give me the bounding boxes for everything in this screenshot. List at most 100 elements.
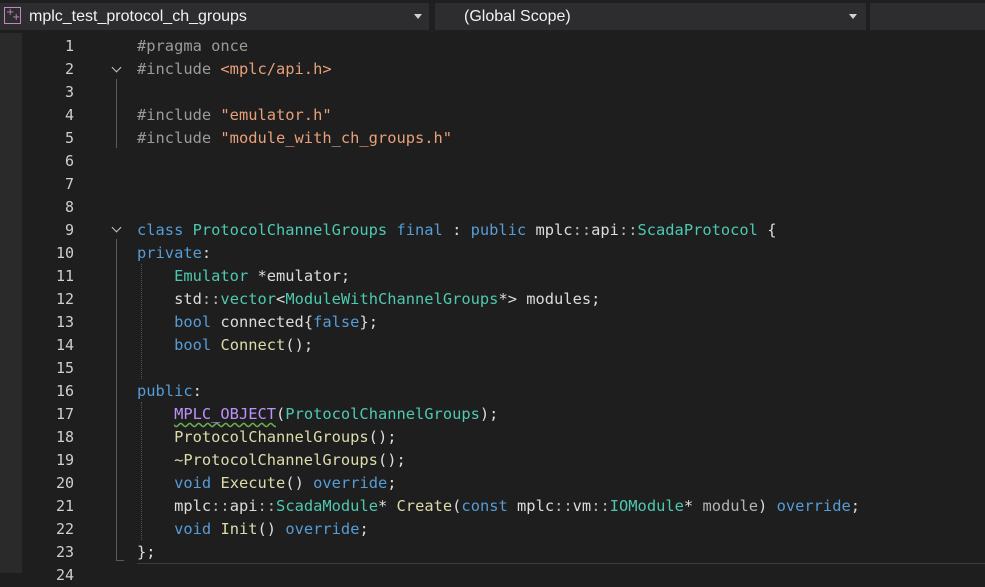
line-number: 7: [64, 175, 74, 193]
code-line[interactable]: };: [137, 541, 156, 564]
code-token: IOModule: [609, 497, 684, 515]
code-token: ScadaModule: [276, 497, 378, 515]
code-line[interactable]: class ProtocolChannelGroups final : publ…: [137, 219, 777, 242]
code-token: Emulator: [174, 267, 249, 285]
code-token: ModuleWithChannelGroups: [285, 290, 499, 308]
line-number: 21: [55, 497, 74, 515]
code-token: ProtocolChannelGroups: [174, 428, 369, 446]
code-token: ::: [211, 497, 230, 515]
code-token: void: [174, 474, 212, 492]
code-token: connected{: [211, 313, 314, 331]
line-number: 12: [55, 290, 74, 308]
code-token: :: [192, 382, 202, 400]
code-token: "module_with_ch_groups.h": [220, 129, 453, 147]
code-token: );: [479, 405, 499, 423]
collapse-include-icon[interactable]: [111, 64, 123, 76]
code-line[interactable]: ProtocolChannelGroups();: [137, 426, 396, 449]
fold-region-end: [116, 560, 124, 561]
code-token: ;: [359, 520, 369, 538]
code-token: Create: [396, 497, 453, 515]
code-token: ::: [591, 497, 610, 515]
code-token: bool: [174, 336, 212, 354]
code-token: #include: [137, 60, 221, 78]
line-number: 9: [64, 221, 74, 239]
line-number: 1: [64, 37, 74, 55]
code-token: private: [137, 244, 202, 262]
code-token: ProtocolChannelGroups: [285, 405, 480, 423]
code-token: mplc: [137, 497, 212, 515]
line-number: 23: [55, 543, 74, 561]
code-token: ();: [377, 451, 406, 469]
code-token: :: [442, 221, 471, 239]
code-token: api: [591, 221, 619, 239]
code-token: *> modules;: [498, 290, 601, 308]
code-line[interactable]: ~ProtocolChannelGroups();: [137, 449, 406, 472]
code-token: MPLC_OBJECT: [174, 405, 277, 423]
code-token: ): [758, 497, 777, 515]
code-token: <: [276, 290, 286, 308]
code-line[interactable]: mplc::api::ScadaModule* Create(const mpl…: [137, 495, 860, 518]
scope-dropdown-label: (Global Scope): [464, 8, 571, 25]
code-line[interactable]: MPLC_OBJECT(ProtocolChannelGroups);: [137, 403, 498, 426]
code-token: (): [257, 520, 286, 538]
line-number: 11: [55, 267, 74, 285]
code-token: class: [137, 221, 193, 239]
code-token: Init: [220, 520, 258, 538]
line-number: 16: [55, 382, 74, 400]
code-token: ();: [368, 428, 397, 446]
line-number: 19: [55, 451, 74, 469]
code-token: #include: [137, 129, 221, 147]
code-token: (): [285, 474, 314, 492]
code-line[interactable]: bool connected{false};: [137, 311, 378, 334]
code-token: Connect: [220, 336, 286, 354]
code-token: ::: [554, 497, 573, 515]
fold-region-line: [116, 239, 117, 560]
code-line[interactable]: #include "emulator.h": [137, 104, 332, 127]
code-line[interactable]: #include "module_with_ch_groups.h": [137, 127, 452, 150]
code-token: Execute: [220, 474, 286, 492]
code-line[interactable]: bool Connect();: [137, 334, 313, 357]
scope-dropdown[interactable]: (Global Scope): [435, 3, 866, 30]
line-number: 17: [55, 405, 74, 423]
code-token: vector: [220, 290, 277, 308]
code-token: const: [461, 497, 508, 515]
chevron-down-icon[interactable]: [414, 14, 422, 19]
code-token: mplc: [535, 221, 573, 239]
line-number: 5: [64, 129, 74, 147]
code-token: "emulator.h": [220, 106, 332, 124]
code-token: ::: [201, 290, 221, 308]
collapse-class-icon[interactable]: [111, 224, 123, 236]
code-token: *: [683, 497, 703, 515]
indicator-margin: [0, 33, 22, 573]
code-line[interactable]: Emulator *emulator;: [137, 265, 350, 288]
line-number: 24: [55, 566, 74, 584]
project-dropdown[interactable]: + + mplc_test_protocol_ch_groups: [0, 3, 429, 30]
code-line[interactable]: void Init() override;: [137, 518, 369, 541]
code-line[interactable]: #pragma once: [137, 35, 248, 58]
code-line[interactable]: std::vector<ModuleWithChannelGroups*> mo…: [137, 288, 600, 311]
code-token: ::: [618, 221, 638, 239]
member-dropdown[interactable]: [870, 3, 985, 30]
line-number: 10: [55, 244, 74, 262]
code-token: #include: [137, 106, 221, 124]
code-token: void: [174, 520, 212, 538]
code-line[interactable]: public:: [137, 380, 202, 403]
code-token: vm: [572, 497, 592, 515]
line-number: 20: [55, 474, 74, 492]
code-token: ScadaProtocol: [637, 221, 758, 239]
code-token: override: [313, 474, 388, 492]
line-number: 6: [64, 152, 74, 170]
code-token: #pragma once: [137, 37, 249, 55]
code-line[interactable]: private:: [137, 242, 211, 265]
code-token: module: [702, 497, 759, 515]
project-icon: + +: [4, 7, 21, 24]
code-token: *emulator;: [248, 267, 351, 285]
code-line[interactable]: void Execute() override;: [137, 472, 396, 495]
code-line[interactable]: #include <mplc/api.h>: [137, 58, 332, 81]
chevron-down-icon[interactable]: [849, 14, 857, 19]
line-number: 22: [55, 520, 74, 538]
